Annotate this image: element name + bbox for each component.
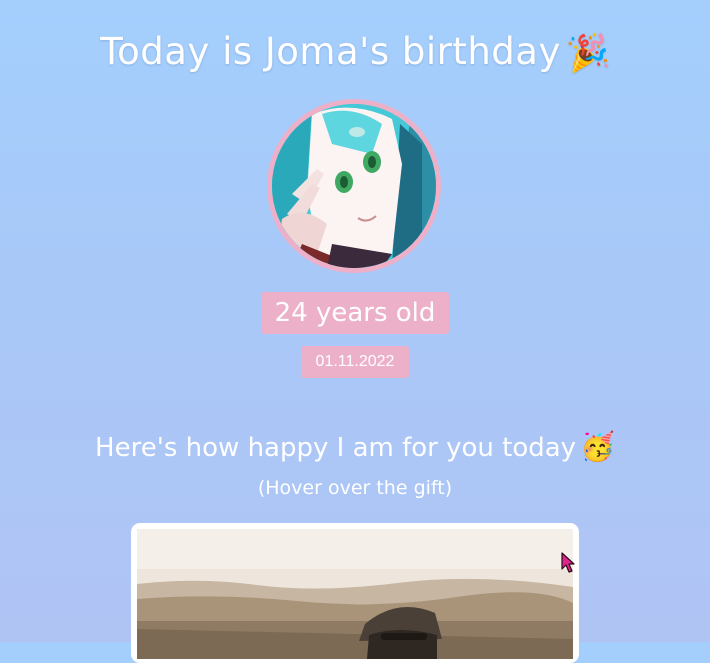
- partying-face-icon: 🥳: [580, 430, 615, 463]
- hover-hint: (Hover over the gift): [257, 477, 453, 499]
- mouse-cursor-icon: [561, 552, 575, 573]
- avatar: [267, 99, 441, 273]
- page-title: Today is Joma's birthday 🎉: [0, 30, 710, 76]
- party-popper-icon: 🎉: [564, 30, 613, 76]
- gift-photo-image: [137, 529, 573, 659]
- age-badge: 24 years old: [261, 292, 449, 334]
- section-heading: Here's how happy I am for you today 🥳: [0, 430, 710, 463]
- section-heading-text: Here's how happy I am for you today: [95, 433, 577, 463]
- date-badge: 01.11.2022: [301, 346, 409, 378]
- gift-photo[interactable]: [137, 529, 573, 659]
- gift-card[interactable]: [131, 523, 579, 663]
- anime-avatar-image: [272, 104, 436, 268]
- title-text: Today is Joma's birthday: [100, 30, 561, 73]
